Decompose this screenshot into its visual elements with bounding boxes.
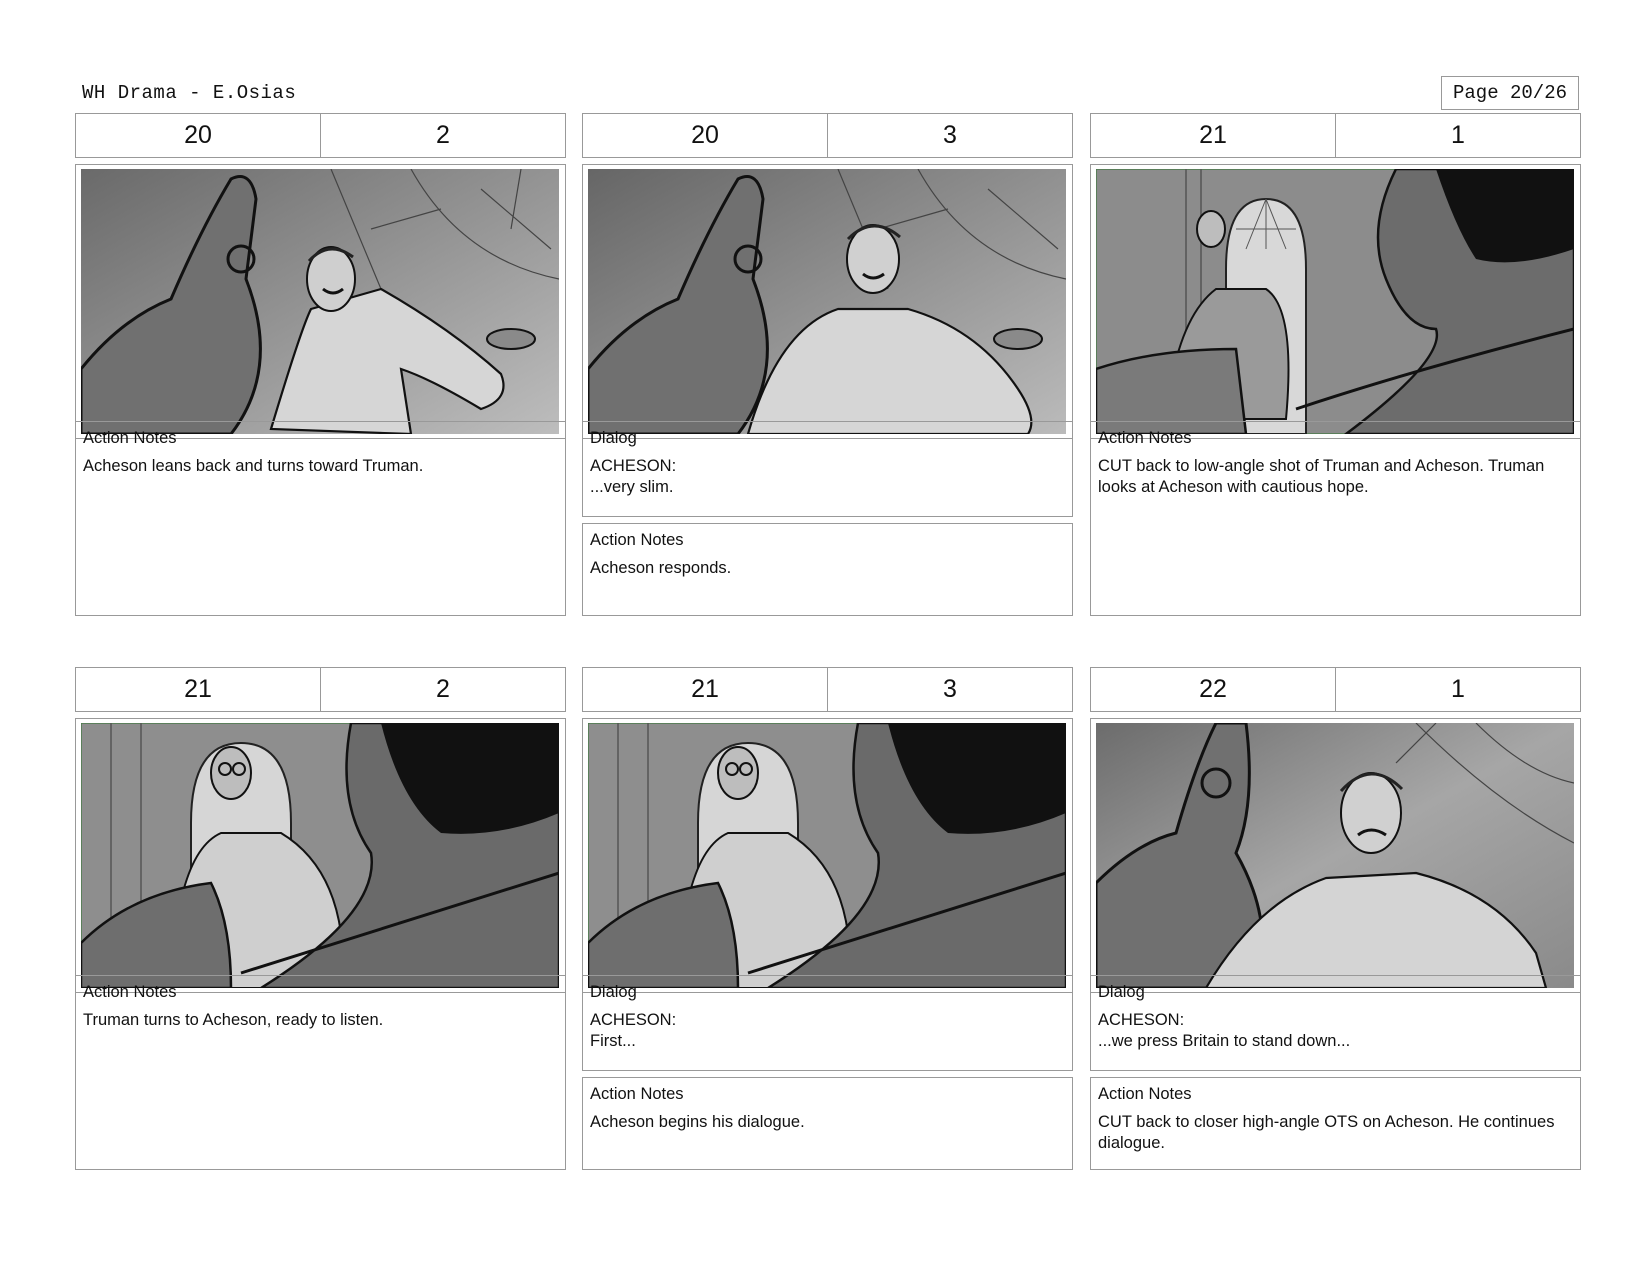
storyboard-frame <box>75 164 566 439</box>
shot-number: 1 <box>1335 114 1580 157</box>
note-text: Truman turns to Acheson, ready to listen… <box>83 1011 384 1029</box>
note-text: ACHESON: ...we press Britain to stand do… <box>1098 1011 1351 1050</box>
page-title: WH Drama - E.Osias <box>82 82 297 104</box>
panel-number-row: 21 1 <box>1090 113 1581 158</box>
scene-number: 21 <box>1199 121 1227 149</box>
note-label: Action Notes <box>1098 429 1192 447</box>
dialog-box: Dialog ACHESON: ...we press Britain to s… <box>1090 975 1581 1071</box>
panel-number-row: 21 3 <box>582 667 1073 712</box>
shot-number: 3 <box>827 114 1072 157</box>
panel-number-row: 22 1 <box>1090 667 1581 712</box>
page-number: Page 20/26 <box>1441 76 1579 110</box>
note-text: Acheson responds. <box>590 559 732 577</box>
sketch-image <box>588 169 1066 434</box>
storyboard-frame <box>1090 718 1581 993</box>
shot-number: 2 <box>320 668 565 711</box>
storyboard-frame <box>1090 164 1581 439</box>
sketch-image <box>81 723 559 988</box>
note-label: Action Notes <box>590 531 684 549</box>
note-text: Acheson leans back and turns toward Trum… <box>83 457 424 475</box>
note-label: Action Notes <box>83 983 177 1001</box>
shot-number: 2 <box>320 114 565 157</box>
action-notes-box: Action Notes Acheson responds. <box>582 523 1073 616</box>
scene-number: 21 <box>184 675 212 703</box>
note-label: Action Notes <box>590 1085 684 1103</box>
note-label: Dialog <box>590 983 637 1001</box>
panel-number-row: 20 3 <box>582 113 1073 158</box>
note-label: Action Notes <box>1098 1085 1192 1103</box>
note-text: CUT back to closer high-angle OTS on Ach… <box>1098 1113 1555 1152</box>
action-notes-box: Action Notes Acheson leans back and turn… <box>75 421 566 616</box>
note-text: ACHESON: ...very slim. <box>590 457 677 496</box>
note-label: Action Notes <box>83 429 177 447</box>
shot-number: 1 <box>1335 668 1580 711</box>
panel-number-row: 20 2 <box>75 113 566 158</box>
scene-number: 22 <box>1199 675 1227 703</box>
dialog-box: Dialog ACHESON: First... <box>582 975 1073 1071</box>
sketch-image <box>588 723 1066 988</box>
sketch-image <box>1096 169 1574 434</box>
note-label: Dialog <box>590 429 637 447</box>
shot-number: 3 <box>827 668 1072 711</box>
sketch-image <box>1096 723 1574 988</box>
storyboard-frame <box>582 164 1073 439</box>
action-notes-box: Action Notes CUT back to low-angle shot … <box>1090 421 1581 616</box>
note-label: Dialog <box>1098 983 1145 1001</box>
sketch-image <box>81 169 559 434</box>
panel-number-row: 21 2 <box>75 667 566 712</box>
note-text: ACHESON: First... <box>590 1011 677 1050</box>
action-notes-box: Action Notes Truman turns to Acheson, re… <box>75 975 566 1170</box>
dialog-box: Dialog ACHESON: ...very slim. <box>582 421 1073 517</box>
action-notes-box: Action Notes CUT back to closer high-ang… <box>1090 1077 1581 1170</box>
scene-number: 21 <box>691 675 719 703</box>
storyboard-frame <box>582 718 1073 993</box>
action-notes-box: Action Notes Acheson begins his dialogue… <box>582 1077 1073 1170</box>
scene-number: 20 <box>691 121 719 149</box>
storyboard-frame <box>75 718 566 993</box>
scene-number: 20 <box>184 121 212 149</box>
note-text: CUT back to low-angle shot of Truman and… <box>1098 457 1545 496</box>
note-text: Acheson begins his dialogue. <box>590 1113 805 1131</box>
